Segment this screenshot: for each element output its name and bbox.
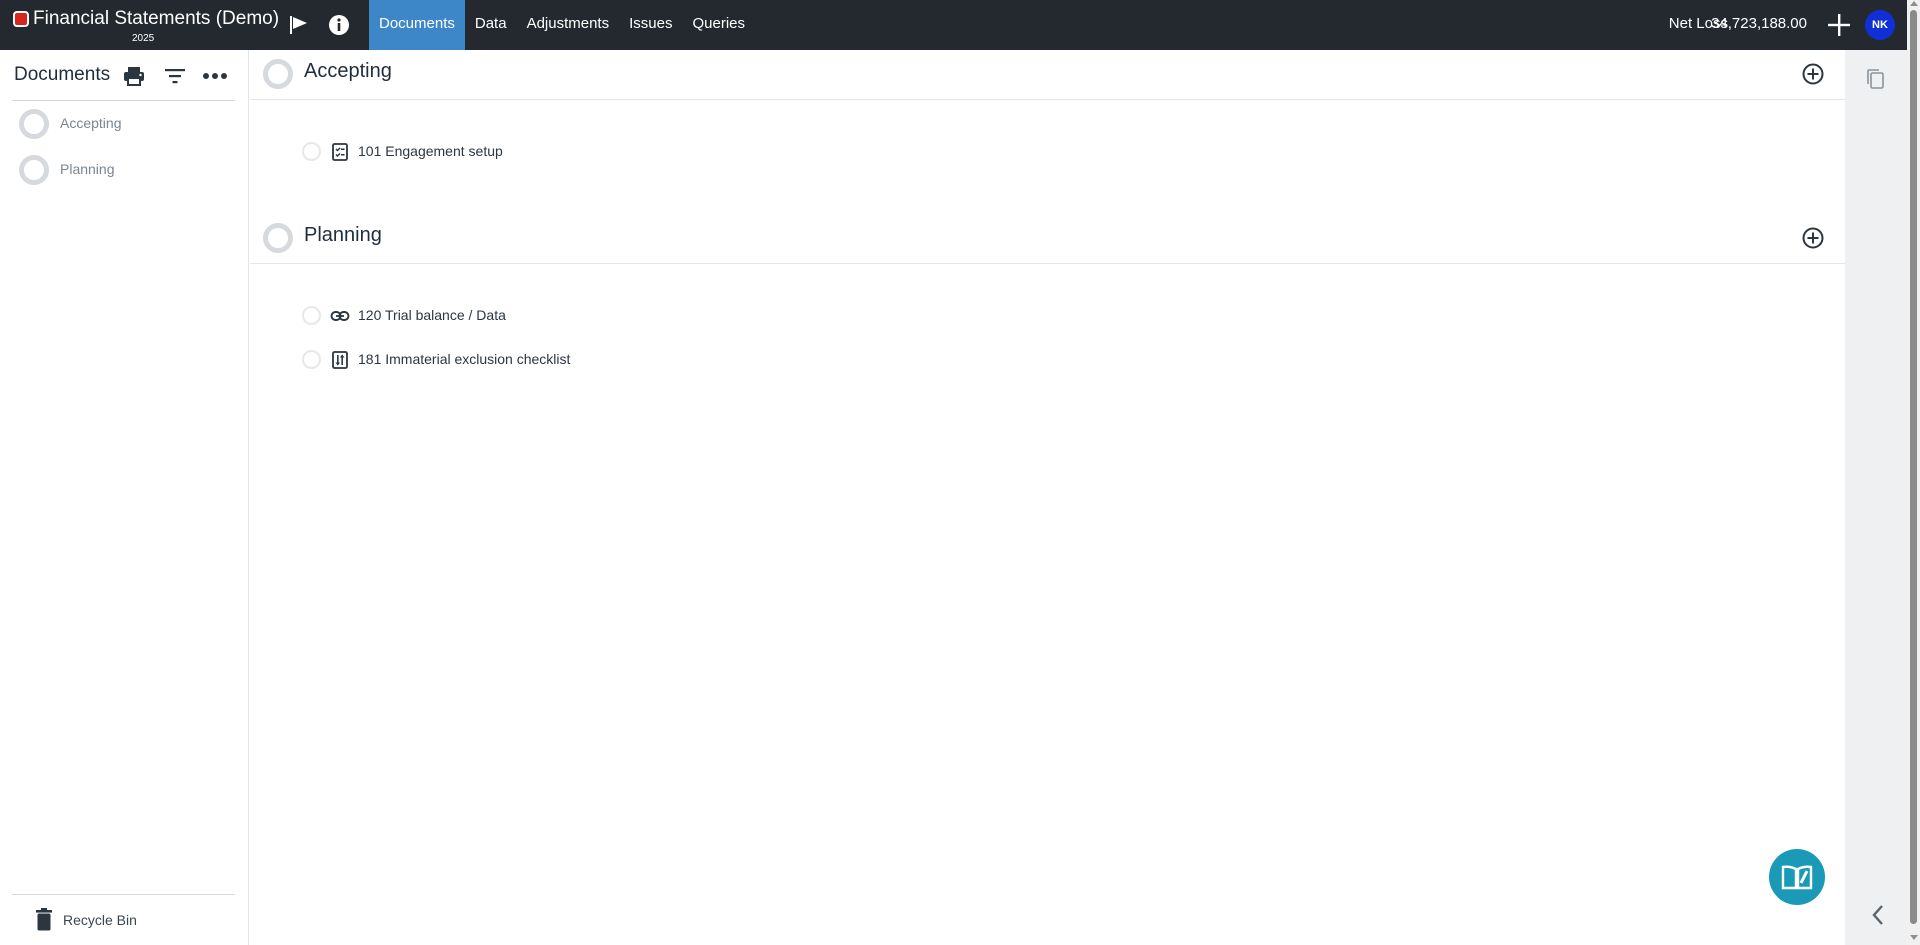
top-bar: Financial Statements (Demo) 2025 Documen… [0, 0, 1920, 50]
section-title: Accepting [304, 60, 392, 82]
app-year: 2025 [132, 33, 155, 44]
net-loss-value: 34,723,188.00 [1711, 15, 1807, 32]
flag-icon[interactable] [286, 12, 312, 38]
add-document-icon[interactable] [1801, 62, 1825, 86]
trash-icon [36, 908, 52, 931]
tab-issues[interactable]: Issues [619, 0, 682, 50]
more-options-icon[interactable] [201, 63, 229, 89]
documents-sidebar: Documents Accepting Planning Recycle Bin [0, 50, 249, 945]
app-brand[interactable]: Financial Statements (Demo) 2025 [12, 8, 279, 44]
sidebar-item-label: Planning [60, 161, 115, 177]
document-row[interactable]: 181 Immaterial exclusion checklist [302, 347, 802, 371]
print-icon[interactable] [121, 63, 147, 89]
sidebar-item-accepting[interactable]: Accepting [19, 107, 239, 139]
add-document-icon[interactable] [1801, 226, 1825, 250]
scroll-down-arrow-icon[interactable] [1910, 935, 1918, 940]
scroll-thumb[interactable] [1910, 10, 1917, 924]
app-logo-icon [13, 11, 29, 27]
main-content: Accepting 101 Engagement setup Planning [250, 50, 1845, 945]
scroll-up-arrow-icon[interactable] [1910, 1, 1918, 6]
sidebar-item-planning[interactable]: Planning [19, 153, 239, 185]
tab-adjustments[interactable]: Adjustments [517, 0, 620, 50]
user-avatar[interactable]: NK [1865, 10, 1895, 40]
section-title: Planning [304, 224, 382, 246]
add-icon[interactable] [1824, 10, 1854, 40]
status-ring-icon [263, 59, 293, 89]
document-status-icon[interactable] [302, 142, 321, 161]
link-icon [330, 311, 350, 321]
right-panel [1845, 50, 1907, 945]
document-label: 120 Trial balance / Data [358, 307, 506, 323]
sidebar-title: Documents [14, 64, 111, 85]
filter-icon[interactable] [162, 63, 188, 89]
document-row[interactable]: 120 Trial balance / Data [302, 303, 802, 327]
app-title: Financial Statements (Demo) [33, 8, 280, 29]
document-row[interactable]: 101 Engagement setup [302, 139, 802, 163]
section-header-accepting[interactable]: Accepting [250, 50, 1845, 100]
main-nav: Documents Data Adjustments Issues Querie… [369, 0, 755, 50]
document-label: 181 Immaterial exclusion checklist [358, 351, 571, 367]
chevron-left-icon[interactable] [1867, 902, 1889, 928]
sidebar-divider [12, 100, 235, 101]
sort-list-icon [332, 351, 348, 369]
help-button[interactable] [1769, 849, 1825, 905]
help-book-icon [1781, 865, 1813, 890]
tab-data[interactable]: Data [465, 0, 517, 50]
copy-icon[interactable] [1864, 67, 1888, 91]
status-ring-icon [19, 155, 49, 185]
page-scrollbar[interactable] [1907, 0, 1920, 945]
document-label: 101 Engagement setup [358, 143, 503, 159]
section-header-planning[interactable]: Planning [250, 214, 1845, 264]
tab-documents[interactable]: Documents [369, 0, 465, 50]
info-icon[interactable] [326, 12, 352, 38]
recycle-bin-label: Recycle Bin [63, 912, 137, 928]
recycle-bin-button[interactable]: Recycle Bin [34, 907, 214, 933]
status-ring-icon [19, 109, 49, 139]
document-status-icon[interactable] [302, 306, 321, 325]
status-ring-icon [263, 223, 293, 253]
sidebar-item-label: Accepting [60, 115, 122, 131]
checklist-icon [332, 143, 348, 161]
tab-queries[interactable]: Queries [682, 0, 755, 50]
sidebar-bottom-divider [12, 894, 235, 895]
document-status-icon[interactable] [302, 350, 321, 369]
